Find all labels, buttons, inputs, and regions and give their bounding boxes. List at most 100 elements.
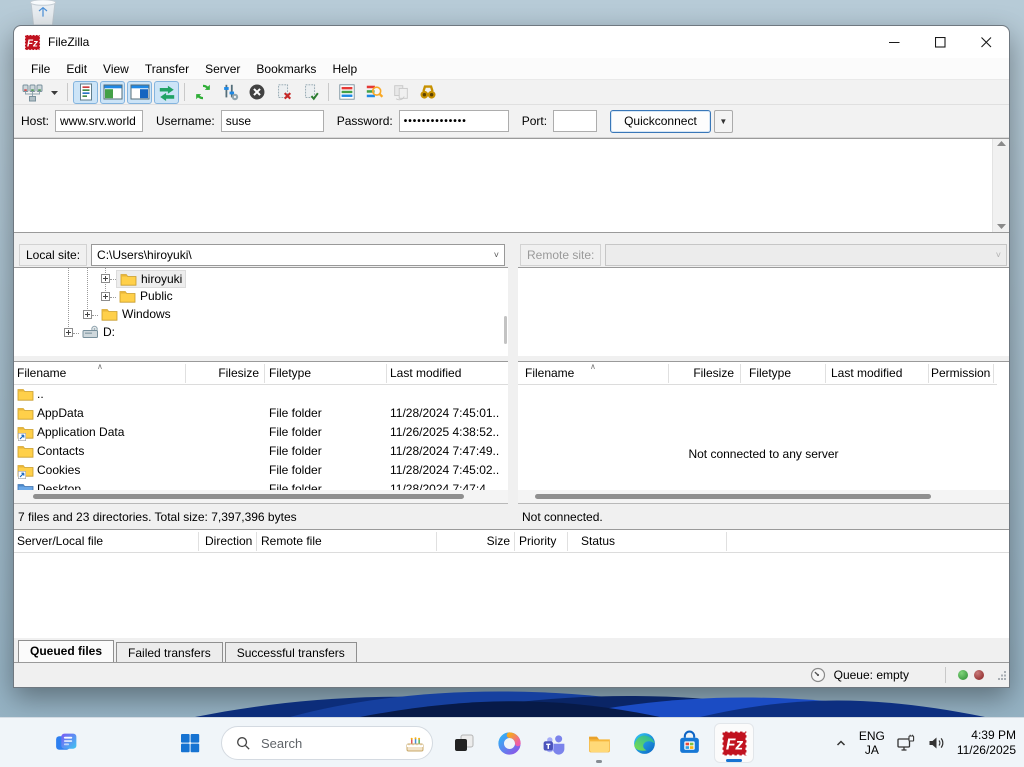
tab-failed-transfers[interactable]: Failed transfers (116, 642, 223, 662)
file-row-contacts[interactable]: ContactsFile folder11/28/2024 7:47:49.. (14, 442, 508, 461)
file-row-desktop[interactable]: DesktopFile folder11/28/2024 7:47:4.. (14, 480, 508, 490)
password-input[interactable]: •••••••••••••• (399, 110, 509, 132)
column-separator[interactable] (567, 532, 568, 551)
menu-item-server[interactable]: Server (197, 59, 248, 79)
column-separator[interactable] (514, 532, 515, 551)
column-separator[interactable] (264, 364, 265, 383)
process-queue-icon[interactable] (217, 81, 242, 104)
tree-item-windows[interactable]: Windows (14, 306, 508, 324)
taskbar-chevron-up-icon[interactable] (834, 736, 848, 750)
menu-item-edit[interactable]: Edit (58, 59, 95, 79)
synchronized-browsing-icon[interactable] (388, 81, 413, 104)
search-box[interactable]: Search (221, 726, 433, 760)
remote-list-header: FilenameFilesizeFiletypeLast modifiedPer… (518, 362, 1009, 385)
host-input[interactable]: www.srv.world (55, 110, 143, 132)
file-row-appdata[interactable]: AppDataFile folder11/28/2024 7:45:01.. (14, 404, 508, 423)
column-header-filesize[interactable]: Filesize (670, 362, 734, 385)
menu-item-help[interactable]: Help (324, 59, 365, 79)
expand-icon[interactable] (101, 292, 110, 301)
column-separator[interactable] (185, 364, 186, 383)
port-input[interactable] (553, 110, 597, 132)
column-header-size[interactable]: Size (440, 530, 510, 553)
recycle-bin-icon[interactable] (25, 0, 61, 25)
column-header-permissions[interactable]: Permissions (931, 362, 991, 385)
username-input[interactable]: suse (221, 110, 324, 132)
refresh-icon[interactable] (190, 81, 215, 104)
taskbar-copilot-button[interactable] (489, 723, 529, 763)
column-separator[interactable] (668, 364, 669, 383)
column-header-filesize[interactable]: Filesize (187, 362, 259, 385)
expand-icon[interactable] (83, 310, 92, 319)
reconnect-icon[interactable] (298, 81, 323, 104)
disconnect-icon[interactable] (271, 81, 296, 104)
toggle-local-tree-icon[interactable] (100, 81, 125, 104)
menu-item-view[interactable]: View (95, 59, 137, 79)
quickconnect-dropdown[interactable]: ▼ (714, 110, 733, 133)
chevron-down-icon[interactable]: ˅ (494, 250, 499, 260)
toggle-message-log-icon[interactable] (73, 81, 98, 104)
menu-item-bookmarks[interactable]: Bookmarks (248, 59, 324, 79)
column-separator[interactable] (740, 364, 741, 383)
menu-item-transfer[interactable]: Transfer (137, 59, 197, 79)
minimize-button[interactable] (871, 26, 917, 58)
taskbar-teams-button[interactable] (534, 723, 574, 763)
tab-queued-files[interactable]: Queued files (18, 640, 114, 662)
column-header-filetype[interactable]: Filetype (749, 362, 821, 385)
site-manager-icon[interactable] (20, 81, 45, 104)
column-separator[interactable] (825, 364, 826, 383)
directory-filters-icon[interactable] (334, 81, 359, 104)
search-placeholder: Search (261, 736, 393, 751)
column-header-remote-file[interactable]: Remote file (261, 530, 431, 553)
column-header-priority[interactable]: Priority (519, 530, 565, 553)
message-log-scrollbar[interactable] (992, 139, 1009, 232)
close-button[interactable] (963, 26, 1009, 58)
taskbar-file-explorer-button[interactable] (579, 723, 619, 763)
column-header-server-local-file[interactable]: Server/Local file (17, 530, 193, 553)
column-header-direction[interactable]: Direction (205, 530, 253, 553)
file-row-[interactable]: .. (14, 385, 508, 404)
directory-comparison-icon[interactable] (361, 81, 386, 104)
toggle-transfer-queue-icon[interactable] (154, 81, 179, 104)
column-header-last-modified[interactable]: Last modified (831, 362, 925, 385)
column-separator[interactable] (993, 364, 994, 383)
taskbar-store-button[interactable] (669, 723, 709, 763)
file-row-applicationdata[interactable]: Application DataFile folder11/26/2025 4:… (14, 423, 508, 442)
search-highlight-cake-icon[interactable] (403, 731, 427, 755)
widgets-button[interactable] (46, 723, 86, 763)
local-horizontal-scrollbar[interactable] (14, 490, 508, 503)
column-separator[interactable] (436, 532, 437, 551)
column-separator[interactable] (386, 364, 387, 383)
maximize-button[interactable] (917, 26, 963, 58)
column-header-filetype[interactable]: Filetype (269, 362, 381, 385)
clock[interactable]: 4:39 PM 11/26/2025 (957, 728, 1016, 758)
resize-grip[interactable] (997, 670, 1007, 680)
cancel-icon[interactable] (244, 81, 269, 104)
column-separator[interactable] (928, 364, 929, 383)
remote-horizontal-scrollbar[interactable] (518, 490, 1009, 503)
column-header-status[interactable]: Status (581, 530, 721, 553)
start-button[interactable] (170, 723, 210, 763)
tree-item-public[interactable]: Public (14, 288, 508, 306)
quickconnect-button[interactable]: Quickconnect (610, 110, 711, 133)
tree-item-hiroyuki[interactable]: hiroyuki (14, 270, 508, 288)
tab-successful-transfers[interactable]: Successful transfers (225, 642, 357, 662)
taskbar-edge-button[interactable] (624, 723, 664, 763)
volume-icon[interactable] (927, 735, 946, 751)
tree-item-d[interactable]: D: (14, 324, 508, 342)
find-files-icon[interactable] (415, 81, 440, 104)
taskbar-filezilla-button[interactable]: Fz (714, 723, 754, 763)
network-icon[interactable] (896, 734, 916, 752)
column-header-last-modified[interactable]: Last modified (390, 362, 502, 385)
language-indicator[interactable]: ENG JA (859, 729, 885, 757)
site-manager-dropdown-icon[interactable] (47, 81, 62, 104)
menu-item-file[interactable]: File (23, 59, 58, 79)
column-separator[interactable] (726, 532, 727, 551)
column-separator[interactable] (198, 532, 199, 551)
toggle-remote-tree-icon[interactable] (127, 81, 152, 104)
file-row-cookies[interactable]: CookiesFile folder11/28/2024 7:45:02.. (14, 461, 508, 480)
local-site-combobox[interactable]: C:\Users\hiroyuki\ ˅ (91, 244, 505, 266)
expand-icon[interactable] (101, 274, 110, 283)
expand-icon[interactable] (64, 328, 73, 337)
taskbar-task-view-button[interactable] (444, 723, 484, 763)
column-separator[interactable] (256, 532, 257, 551)
